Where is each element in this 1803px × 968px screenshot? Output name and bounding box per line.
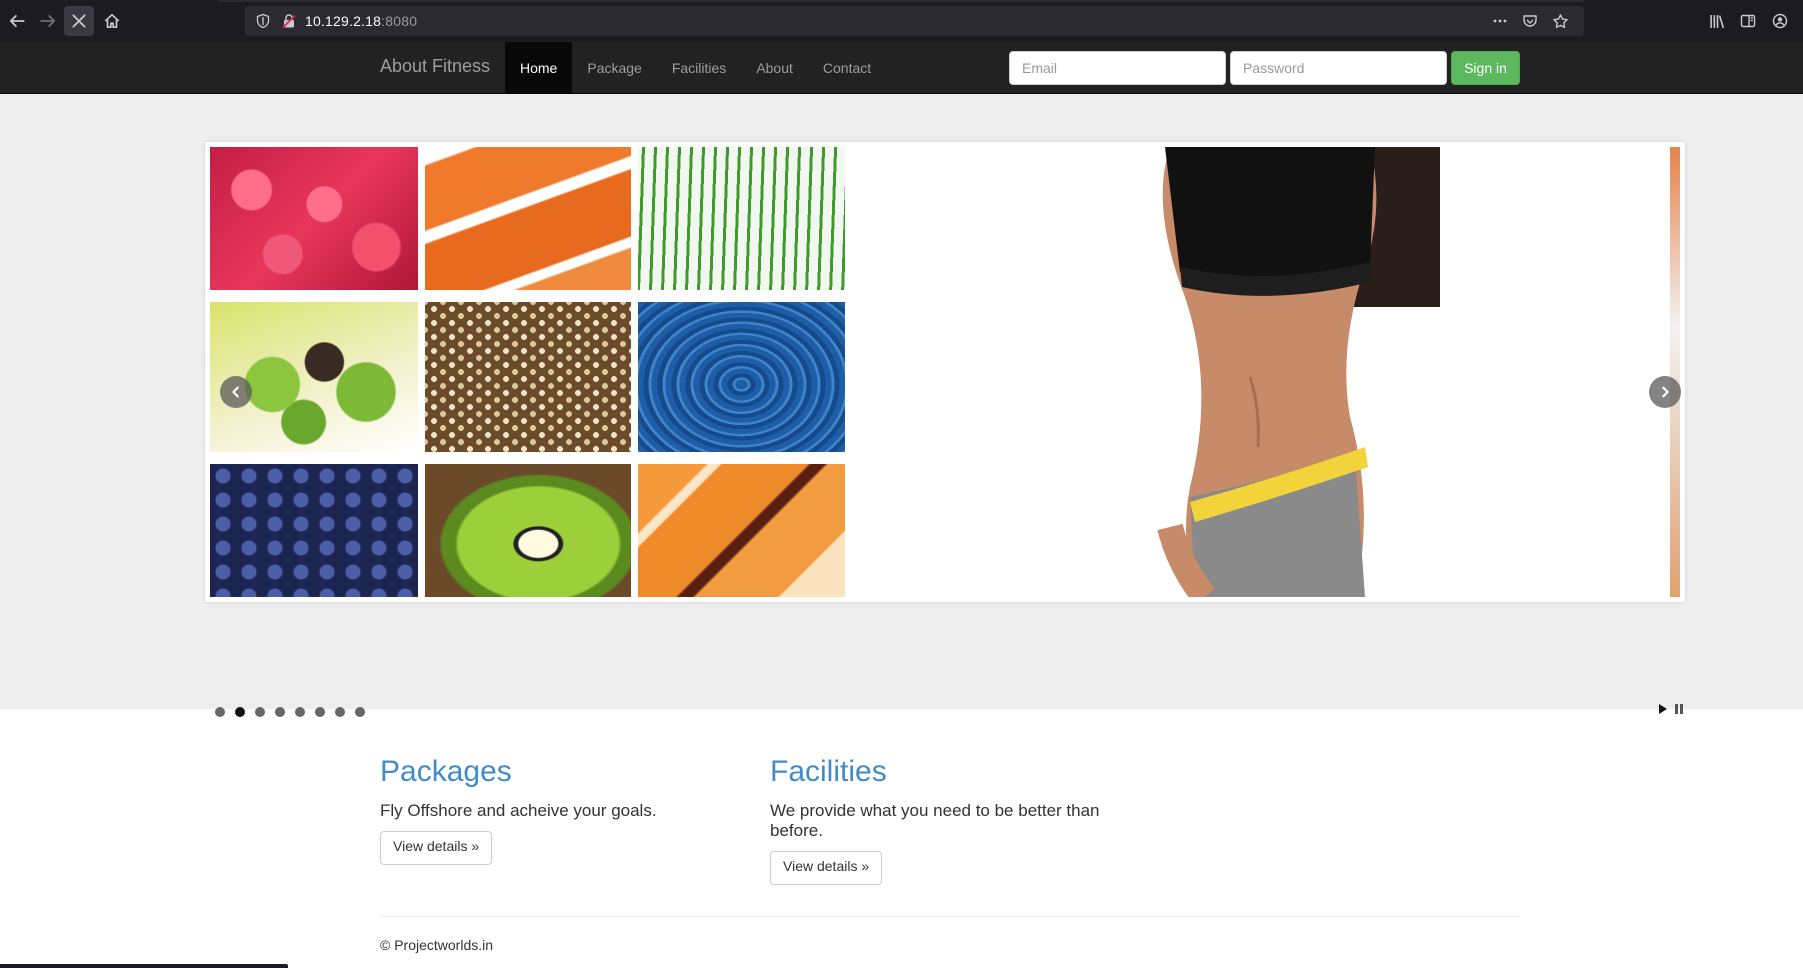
slide-dot[interactable] <box>295 707 305 717</box>
pocket-button[interactable] <box>1520 11 1540 31</box>
url-text: 10.129.2.18:8080 <box>305 13 417 29</box>
menu-item-about[interactable]: About <box>741 42 808 94</box>
slide-dot[interactable] <box>215 707 225 717</box>
shield-icon[interactable] <box>255 13 271 29</box>
cantaloupe-tile <box>638 464 845 597</box>
library-button[interactable] <box>1706 10 1728 32</box>
slide-dot[interactable] <box>355 707 365 717</box>
home-icon <box>104 13 120 29</box>
footer-divider <box>380 916 1520 917</box>
sidebar-icon <box>1740 14 1756 28</box>
pause-icon[interactable] <box>1674 704 1684 714</box>
footer-copyright: © Projectworlds.in <box>380 937 494 953</box>
menu-item-package[interactable]: Package <box>572 42 656 94</box>
next-slide-button[interactable] <box>1649 376 1681 408</box>
email-field[interactable] <box>1009 51 1226 85</box>
chevron-right-icon <box>1662 386 1669 398</box>
back-button[interactable] <box>2 6 32 36</box>
url-host: 10.129.2.18 <box>305 13 382 29</box>
image-slider <box>205 142 1685 602</box>
forward-button[interactable] <box>33 6 63 36</box>
insecure-lock-icon[interactable] <box>281 13 297 29</box>
blueberries-tile <box>210 464 418 597</box>
slider-controls <box>1658 704 1684 714</box>
url-port: :8080 <box>381 13 418 29</box>
prev-slide-button[interactable] <box>220 376 252 408</box>
chevron-left-icon <box>232 386 239 398</box>
slide-dot-active[interactable] <box>235 707 245 717</box>
jumbotron <box>0 94 1803 717</box>
packages-view-details-button[interactable]: View details » <box>380 831 493 865</box>
packages-section: Packages Fly Offshore and acheive your g… <box>380 755 740 865</box>
facilities-view-details-button[interactable]: View details » <box>770 851 883 885</box>
page-actions-button[interactable] <box>1490 11 1510 31</box>
slider-pagination <box>215 707 365 717</box>
play-icon[interactable] <box>1658 704 1668 714</box>
facilities-section: Facilities We provide what you need to b… <box>770 755 1130 885</box>
account-button[interactable] <box>1769 10 1791 32</box>
slide-dot[interactable] <box>275 707 285 717</box>
wheatgrass-tile <box>638 147 845 290</box>
star-icon <box>1552 13 1568 28</box>
packages-text: Fly Offshore and acheive your goals. <box>380 801 657 820</box>
sign-in-button[interactable]: Sign in <box>1451 51 1520 85</box>
raspberry-tile <box>210 147 418 290</box>
fitness-woman-image <box>1020 147 1440 597</box>
packages-heading: Packages <box>380 755 512 788</box>
menu-item-facilities[interactable]: Facilities <box>657 42 741 94</box>
forward-arrow-icon <box>40 15 56 27</box>
stop-button[interactable] <box>64 6 94 36</box>
loading-status-bar <box>0 964 288 968</box>
pocket-icon <box>1523 15 1537 27</box>
facilities-heading: Facilities <box>770 755 887 788</box>
site-navbar: About Fitness Home Package Facilities Ab… <box>0 42 1803 94</box>
salmon-tile <box>425 147 631 290</box>
facilities-text: We provide what you need to be better th… <box>770 801 1100 840</box>
home-button[interactable] <box>97 6 127 36</box>
main-menu: Home Package Facilities About Contact <box>505 42 886 94</box>
bookmark-star-button[interactable] <box>1550 11 1570 31</box>
slide-dot[interactable] <box>315 707 325 717</box>
more-dots-icon <box>1493 19 1507 23</box>
water-tile <box>638 302 845 452</box>
address-bar[interactable]: 10.129.2.18:8080 <box>245 6 1584 36</box>
slide-dot[interactable] <box>335 707 345 717</box>
kiwi-tile <box>425 464 631 597</box>
menu-item-contact[interactable]: Contact <box>808 42 886 94</box>
site-brand[interactable]: About Fitness <box>380 56 490 77</box>
slide-dot[interactable] <box>255 707 265 717</box>
browser-toolbar: 10.129.2.18:8080 <box>0 0 1803 42</box>
barley-tile <box>425 302 631 452</box>
library-icon <box>1709 14 1724 28</box>
account-icon <box>1772 13 1788 29</box>
tab-strip-edge <box>218 0 1584 2</box>
menu-item-home[interactable]: Home <box>505 42 573 94</box>
back-arrow-icon <box>9 15 25 27</box>
password-field[interactable] <box>1230 51 1447 85</box>
close-icon <box>72 14 86 28</box>
next-slide-peek <box>1670 147 1680 597</box>
sidebar-button[interactable] <box>1737 10 1759 32</box>
